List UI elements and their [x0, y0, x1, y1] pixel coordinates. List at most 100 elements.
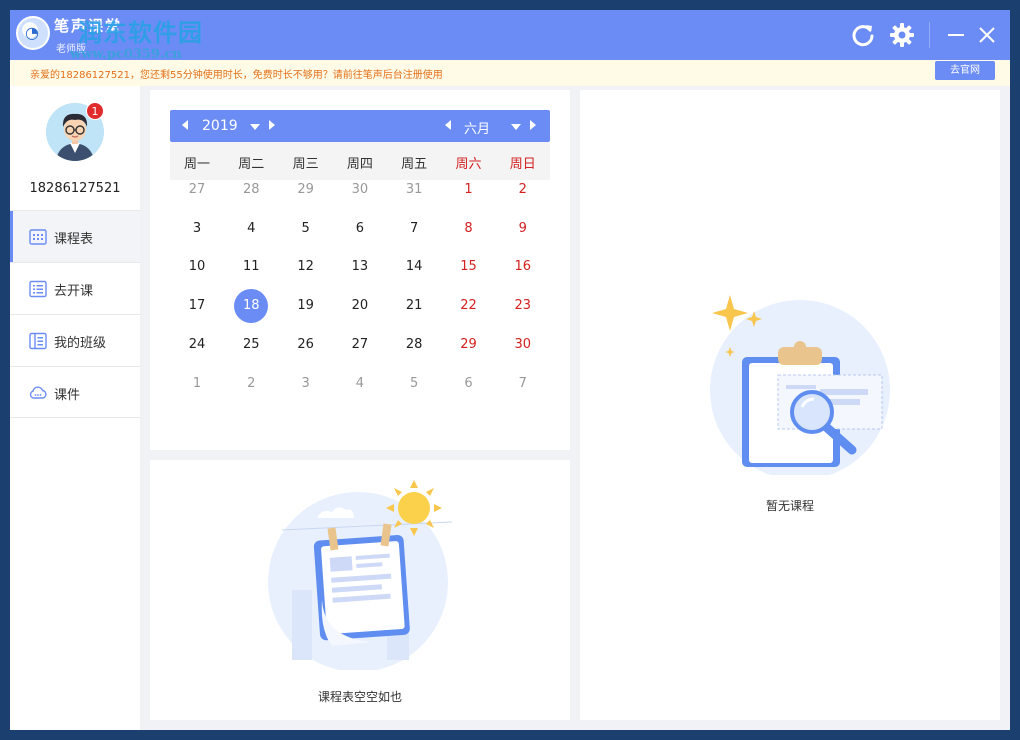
- calendar-day-number: 10: [188, 259, 206, 275]
- calendar-day[interactable]: 21: [387, 294, 441, 318]
- calendar-day-number: 7: [410, 220, 419, 236]
- calendar-day-number: 29: [297, 182, 314, 197]
- calendar-day[interactable]: 3: [170, 217, 224, 241]
- calendar-day-other-month[interactable]: 4: [333, 372, 387, 396]
- calendar-day[interactable]: 11: [224, 255, 278, 279]
- go-official-site-button[interactable]: 去官网: [935, 61, 995, 80]
- calendar-day-number: 3: [192, 220, 202, 236]
- next-year-icon[interactable]: [269, 120, 275, 130]
- calendar-year[interactable]: 2019: [202, 118, 238, 134]
- calendar-day-other-month[interactable]: 28: [224, 178, 278, 202]
- calendar-day[interactable]: 9: [496, 217, 550, 241]
- gear-icon[interactable]: [887, 20, 917, 50]
- courses-empty-panel: 暂无课程: [580, 90, 1000, 720]
- sidebar-item-start-class[interactable]: 去开课: [10, 262, 140, 314]
- calendar-day-number: 22: [460, 298, 477, 314]
- calendar-day-number: 30: [351, 182, 369, 197]
- calendar-day[interactable]: 17: [170, 294, 224, 318]
- calendar-day-other-month[interactable]: 3: [279, 372, 333, 396]
- calendar-day-other-month[interactable]: 2: [224, 372, 278, 396]
- calendar-day-other-month[interactable]: 1: [170, 372, 224, 396]
- calendar-day-number: 13: [351, 259, 369, 275]
- calendar-month[interactable]: 六月: [464, 118, 490, 137]
- calendar-day[interactable]: 22: [442, 294, 496, 318]
- calendar-day[interactable]: 29: [442, 333, 496, 357]
- prev-month-icon[interactable]: [445, 120, 451, 130]
- sidebar-item-courseware[interactable]: 课件: [10, 366, 140, 418]
- sidebar-nav: 课程表 去开课 我的班级 课件: [10, 210, 140, 418]
- calendar-day-number: 24: [188, 336, 206, 352]
- calendar-grid-icon: [29, 228, 47, 246]
- calendar-day-number: 31: [405, 182, 423, 197]
- calendar-day[interactable]: 28: [387, 333, 441, 357]
- calendar-day[interactable]: 20: [333, 294, 387, 318]
- notification-badge[interactable]: 1: [86, 102, 104, 120]
- calendar-day[interactable]: 12: [279, 255, 333, 279]
- calendar-day[interactable]: 8: [442, 217, 496, 241]
- user-phone: 18286127521: [29, 181, 121, 196]
- calendar-day[interactable]: 23: [496, 294, 550, 318]
- minimize-icon[interactable]: [941, 20, 971, 50]
- calendar-day[interactable]: 24: [170, 333, 224, 357]
- calendar-day[interactable]: 16: [496, 255, 550, 279]
- calendar-day[interactable]: 15: [442, 255, 496, 279]
- cloud-icon: [29, 384, 47, 402]
- calendar-day-other-month[interactable]: 6: [442, 372, 496, 396]
- watermark-logo-icon: ◔: [16, 16, 50, 50]
- schedule-empty-panel: 课程表空空如也: [150, 460, 570, 720]
- close-icon[interactable]: [972, 20, 1002, 50]
- calendar-day-other-month[interactable]: 29: [279, 178, 333, 202]
- sidebar-item-my-classes[interactable]: 我的班级: [10, 314, 140, 366]
- calendar-day-number: 14: [405, 259, 423, 275]
- weekday-label: 周一: [183, 157, 210, 172]
- titlebar-divider: [929, 22, 930, 48]
- next-month-icon[interactable]: [530, 120, 536, 130]
- calendar-day[interactable]: 4: [224, 217, 278, 241]
- calendar-day-other-month[interactable]: 27: [170, 178, 224, 202]
- year-dropdown-icon[interactable]: [250, 124, 260, 130]
- calendar-day-other-month[interactable]: 7: [496, 372, 550, 396]
- calendar-day-number: 23: [514, 298, 532, 314]
- calendar-day[interactable]: 19: [279, 294, 333, 318]
- calendar-day[interactable]: 13: [333, 255, 387, 279]
- calendar-day[interactable]: 6: [333, 217, 387, 241]
- calendar-day[interactable]: 2: [496, 178, 550, 202]
- calendar-day-selected[interactable]: 18: [224, 289, 278, 324]
- weekday-label: 周六: [455, 157, 482, 172]
- calendar-day[interactable]: 30: [496, 333, 550, 357]
- calendar-day[interactable]: 7: [387, 217, 441, 241]
- title-bar[interactable]: ◔ 笔声课堂 老师版 润东软件园 www.pc0359.cn: [10, 10, 1010, 62]
- prev-year-icon[interactable]: [182, 120, 188, 130]
- calendar-day[interactable]: 14: [387, 255, 441, 279]
- calendar-day[interactable]: 5: [279, 217, 333, 241]
- calendar-day[interactable]: 26: [279, 333, 333, 357]
- calendar-day-other-month[interactable]: 31: [387, 178, 441, 202]
- sidebar-item-label: 课程表: [54, 232, 94, 247]
- calendar-day-number: 4: [247, 220, 256, 236]
- trial-notice-bar: 亲爱的18286127521，您还剩55分钟使用时长，免费时长不够用？请前往笔声…: [10, 60, 1010, 86]
- calendar-day-number: 29: [460, 336, 477, 352]
- calendar-day-number: 3: [301, 375, 310, 391]
- sidebar-item-label: 我的班级: [54, 336, 107, 351]
- weekday-label: 周四: [346, 157, 373, 172]
- calendar-day-number: 8: [464, 220, 473, 236]
- calendar-day-number: 5: [410, 375, 419, 391]
- class-icon: [29, 332, 47, 350]
- month-dropdown-icon[interactable]: [511, 124, 521, 130]
- calendar-day-number: 27: [351, 336, 369, 352]
- sidebar-item-schedule[interactable]: 课程表: [10, 210, 140, 263]
- calendar-day-number: 18: [243, 298, 260, 314]
- calendar-day[interactable]: 1: [442, 178, 496, 202]
- calendar-day-number: 2: [518, 182, 527, 197]
- calendar-panel: 2019 六月 周一 周二 周三 周四 周五 周六 周日 27 28 29 30 31 1…: [150, 90, 570, 450]
- calendar-day-other-month[interactable]: 5: [387, 372, 441, 396]
- calendar-day[interactable]: 27: [333, 333, 387, 357]
- calendar-day-number: 19: [297, 298, 314, 314]
- calendar-day-number: 7: [518, 375, 527, 391]
- calendar-day[interactable]: 25: [224, 333, 278, 357]
- calendar-day-number: 30: [514, 336, 532, 352]
- calendar-day-number: 20: [351, 298, 369, 314]
- calendar-day[interactable]: 10: [170, 255, 224, 279]
- refresh-icon[interactable]: [848, 20, 878, 50]
- calendar-day-other-month[interactable]: 30: [333, 178, 387, 202]
